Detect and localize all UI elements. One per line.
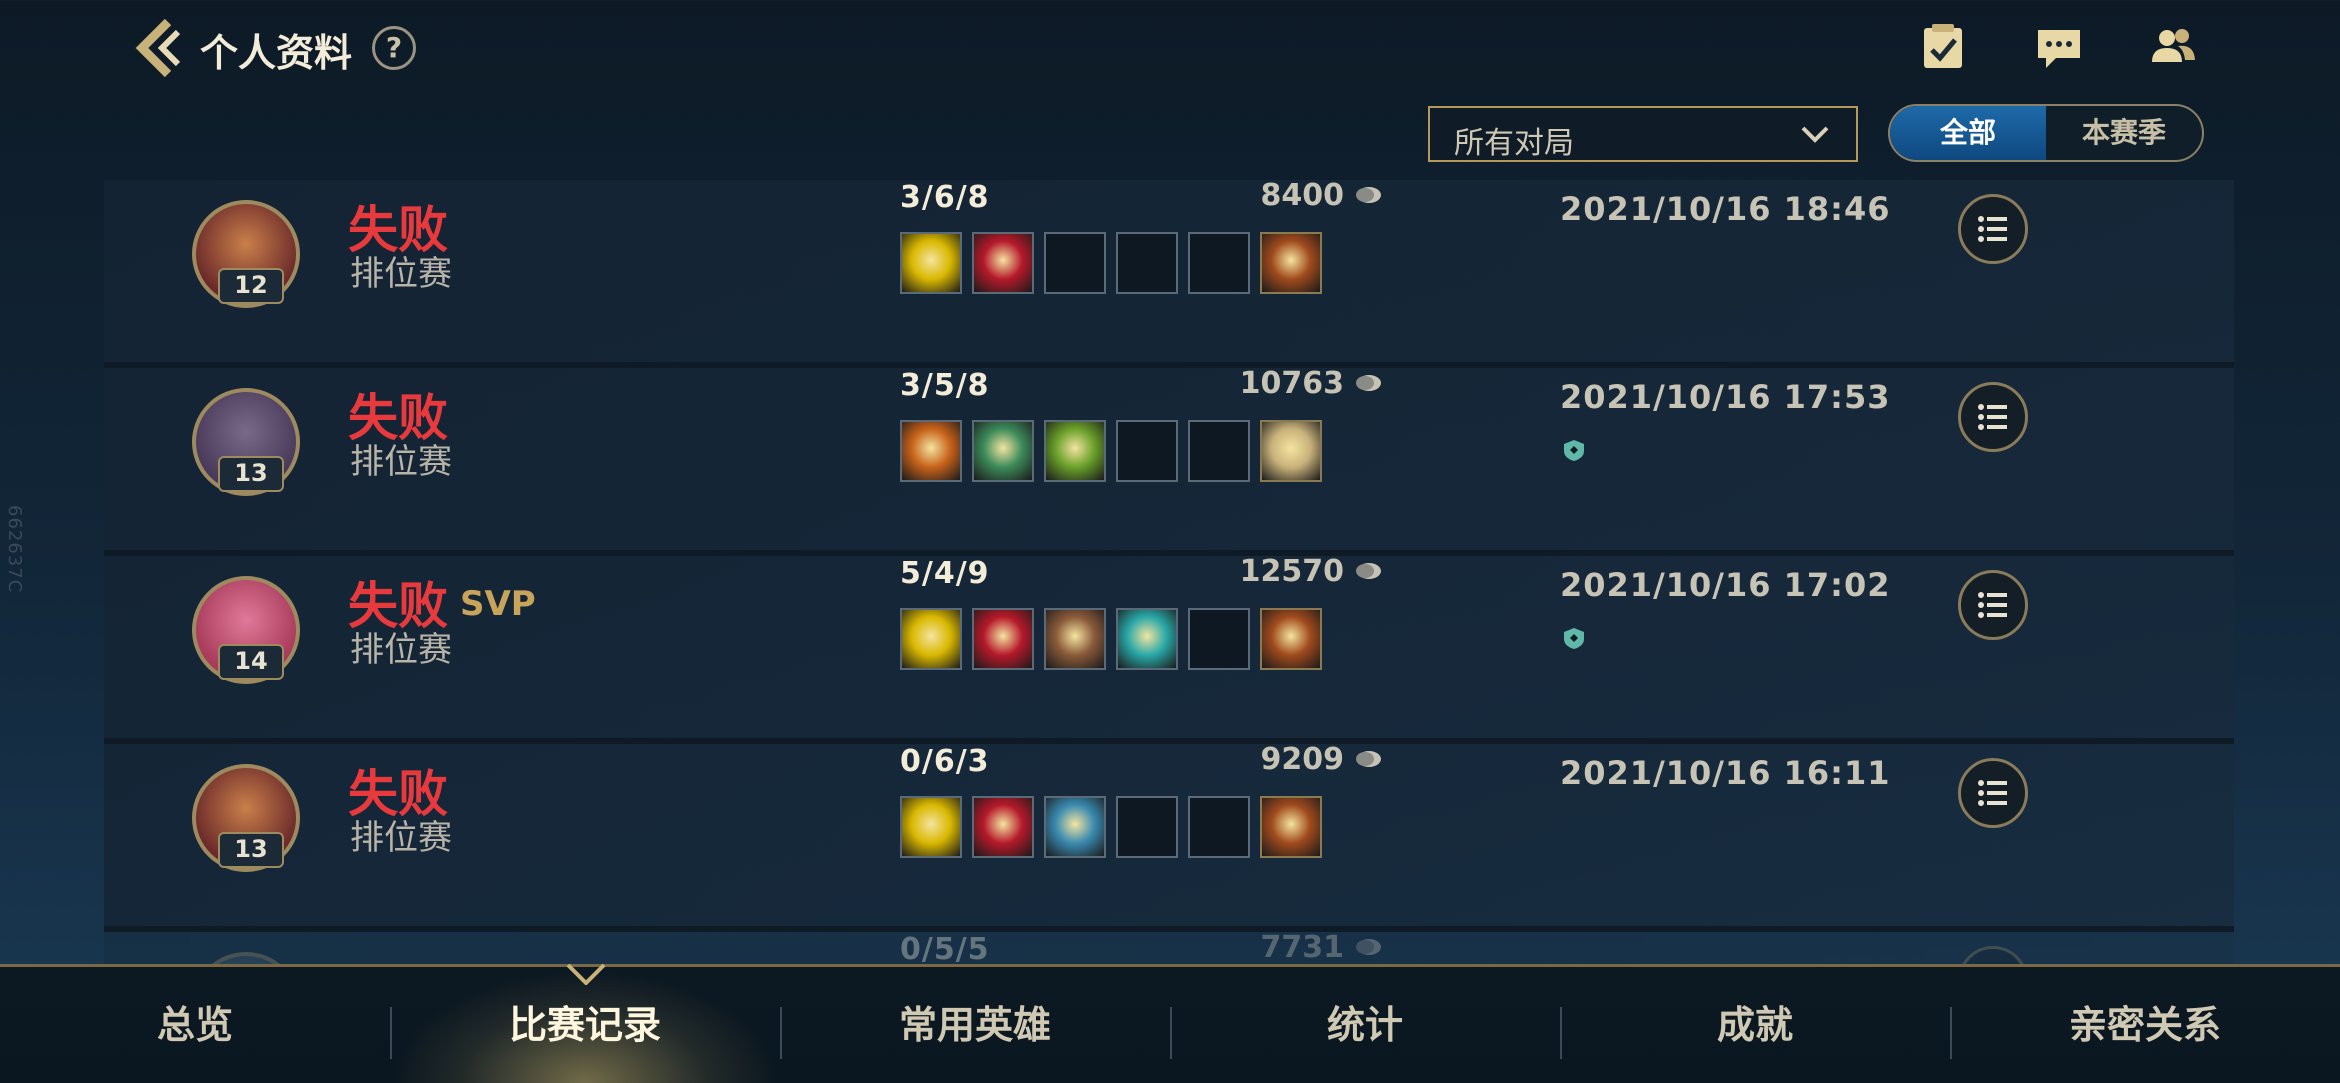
item-slot[interactable]	[972, 796, 1034, 858]
match-detail-button[interactable]	[1958, 570, 2028, 640]
trinket-slot[interactable]	[1260, 420, 1322, 482]
match-history-list[interactable]: 12 失败 排位赛 3/6/8 8400 2021/10/16 18:46 13 失败 排位赛 3…	[104, 180, 2234, 966]
bottom-tab-bar: 总览 比赛记录 常用英雄 统计 成就 亲密关系	[0, 963, 2340, 1083]
tab-3[interactable]: 统计	[1170, 967, 1560, 1083]
shield-badge-icon	[1564, 440, 1584, 461]
shield-badge-icon	[1564, 628, 1584, 649]
match-row[interactable]: 14 失败 SVP 排位赛 5/4/9 12570 2021/10/16 17:02	[104, 554, 2234, 744]
header: 个人资料 ?	[0, 0, 2340, 100]
match-date: 2021/10/16 17:53	[1560, 378, 1891, 416]
filter-selected-label: 所有对局	[1454, 126, 1574, 161]
back-arrow-icon[interactable]	[128, 18, 188, 78]
champion-level-badge: 13	[218, 832, 284, 868]
match-mode: 排位赛	[350, 442, 452, 482]
trinket-slot[interactable]	[1260, 232, 1322, 294]
tab-1[interactable]: 比赛记录	[390, 967, 780, 1083]
item-slot[interactable]	[900, 608, 962, 670]
item-slot[interactable]	[1116, 608, 1178, 670]
item-slot[interactable]	[900, 420, 962, 482]
item-slot[interactable]	[1188, 608, 1250, 670]
toggle-season-button[interactable]: 本赛季	[2046, 106, 2202, 160]
list-icon	[1978, 216, 2007, 242]
item-slot[interactable]	[1044, 232, 1106, 294]
item-slot[interactable]	[1044, 608, 1106, 670]
svp-badge: SVP	[460, 584, 536, 624]
match-mode: 排位赛	[350, 818, 452, 858]
tab-4[interactable]: 成就	[1560, 967, 1950, 1083]
gold-earned: 8400	[1260, 180, 1345, 213]
tab-divider	[780, 1007, 782, 1059]
item-slot[interactable]	[1116, 232, 1178, 294]
item-slot[interactable]	[1188, 796, 1250, 858]
item-slot[interactable]	[1044, 796, 1106, 858]
list-icon	[1978, 592, 2007, 618]
champion-level-badge: 12	[218, 268, 284, 304]
gold-earned: 7731	[1260, 930, 1345, 965]
tab-2[interactable]: 常用英雄	[780, 967, 1170, 1083]
list-icon	[1978, 780, 2007, 806]
kda-score: 0/6/3	[900, 744, 990, 779]
toggle-all-button[interactable]: 全部	[1890, 106, 2046, 160]
item-slot[interactable]	[1188, 420, 1250, 482]
gold-earned: 12570	[1239, 554, 1344, 589]
gold-coin-icon	[1356, 187, 1381, 203]
kda-score: 3/5/8	[900, 368, 990, 403]
gold-earned: 10763	[1239, 366, 1344, 401]
match-mode: 排位赛	[350, 630, 452, 670]
chat-icon[interactable]	[2034, 22, 2084, 72]
kda-score: 0/5/5	[900, 932, 990, 966]
gold-coin-icon	[1356, 375, 1381, 391]
match-row[interactable]: 12 失败 排位赛 3/6/8 8400 2021/10/16 18:46	[104, 180, 2234, 368]
list-icon	[1978, 404, 2007, 430]
season-toggle: 全部 本赛季	[1888, 104, 2204, 162]
champion-level-badge: 14	[218, 644, 284, 680]
match-mode: 排位赛	[350, 254, 452, 294]
item-slot[interactable]	[900, 232, 962, 294]
match-row[interactable]: 13 失败 排位赛 0/6/3 9209 2021/10/16 16:11	[104, 742, 2234, 932]
help-icon[interactable]: ?	[372, 26, 416, 70]
item-slot[interactable]	[1116, 420, 1178, 482]
trinket-slot[interactable]	[1260, 608, 1322, 670]
match-detail-button[interactable]	[1958, 194, 2028, 264]
match-detail-button[interactable]	[1958, 758, 2028, 828]
match-date: 2021/10/16 18:46	[1560, 190, 1891, 228]
tab-divider	[1560, 1007, 1562, 1059]
tab-0[interactable]: 总览	[0, 967, 390, 1083]
friends-icon[interactable]	[2148, 22, 2198, 72]
match-detail-button[interactable]	[1958, 382, 2028, 452]
page-title: 个人资料	[200, 31, 353, 75]
trinket-slot[interactable]	[1260, 796, 1322, 858]
item-slot[interactable]	[972, 420, 1034, 482]
item-slot[interactable]	[972, 232, 1034, 294]
match-row[interactable]: 0/5/5 7731	[104, 930, 2234, 966]
item-slot[interactable]	[1116, 796, 1178, 858]
item-slot[interactable]	[1044, 420, 1106, 482]
item-slot[interactable]	[1188, 232, 1250, 294]
kda-score: 3/6/8	[900, 180, 990, 215]
gold-coin-icon	[1356, 563, 1381, 579]
tab-divider	[1950, 1007, 1952, 1059]
side-watermark-id: 662637C	[4, 505, 25, 594]
match-date: 2021/10/16 16:11	[1560, 754, 1891, 792]
item-slot[interactable]	[972, 608, 1034, 670]
gold-coin-icon	[1356, 939, 1381, 955]
tab-divider	[390, 1007, 392, 1059]
match-date: 2021/10/16 17:02	[1560, 566, 1891, 604]
chevron-down-icon	[1801, 126, 1829, 143]
champion-level-badge: 13	[218, 456, 284, 492]
checklist-icon[interactable]	[1918, 22, 1968, 72]
match-filter-dropdown[interactable]: 所有对局	[1428, 106, 1858, 162]
gold-coin-icon	[1356, 751, 1381, 767]
kda-score: 5/4/9	[900, 556, 990, 591]
tab-5[interactable]: 亲密关系	[1950, 967, 2340, 1083]
item-slot[interactable]	[900, 796, 962, 858]
gold-earned: 9209	[1260, 742, 1345, 777]
match-detail-button[interactable]	[1958, 946, 2028, 966]
tab-divider	[1170, 1007, 1172, 1059]
match-row[interactable]: 13 失败 排位赛 3/5/8 10763 2021/10/16 17:53	[104, 366, 2234, 556]
